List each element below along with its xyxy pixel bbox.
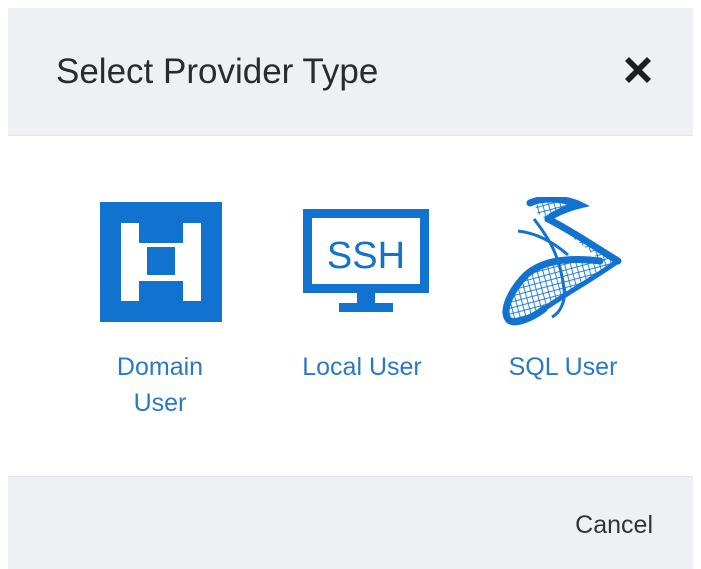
- ssh-monitor-icon: SSH: [303, 209, 429, 312]
- provider-sql-user[interactable]: SQL User: [478, 197, 648, 385]
- close-button[interactable]: [616, 47, 660, 91]
- provider-domain-user[interactable]: Domain User: [75, 197, 245, 421]
- sql-server-icon: [502, 197, 622, 326]
- close-icon: [625, 57, 651, 83]
- select-provider-dialog: Select Provider Type Domain User SSH Loc…: [0, 0, 701, 569]
- ssh-text: SSH: [327, 235, 405, 277]
- dialog-title: Select Provider Type: [56, 52, 379, 91]
- provider-label: SQL User: [508, 353, 618, 381]
- provider-label: Local User: [302, 353, 422, 381]
- cancel-button[interactable]: Cancel: [575, 507, 653, 543]
- provider-list: Domain User SSH Local User SQL User: [8, 137, 693, 475]
- provider-local-user[interactable]: SSH Local User: [277, 197, 447, 385]
- domain-user-icon: [100, 202, 222, 322]
- dialog-footer: Cancel: [8, 476, 693, 569]
- dialog-header: Select Provider Type: [8, 8, 693, 136]
- provider-label: Domain User: [116, 353, 204, 417]
